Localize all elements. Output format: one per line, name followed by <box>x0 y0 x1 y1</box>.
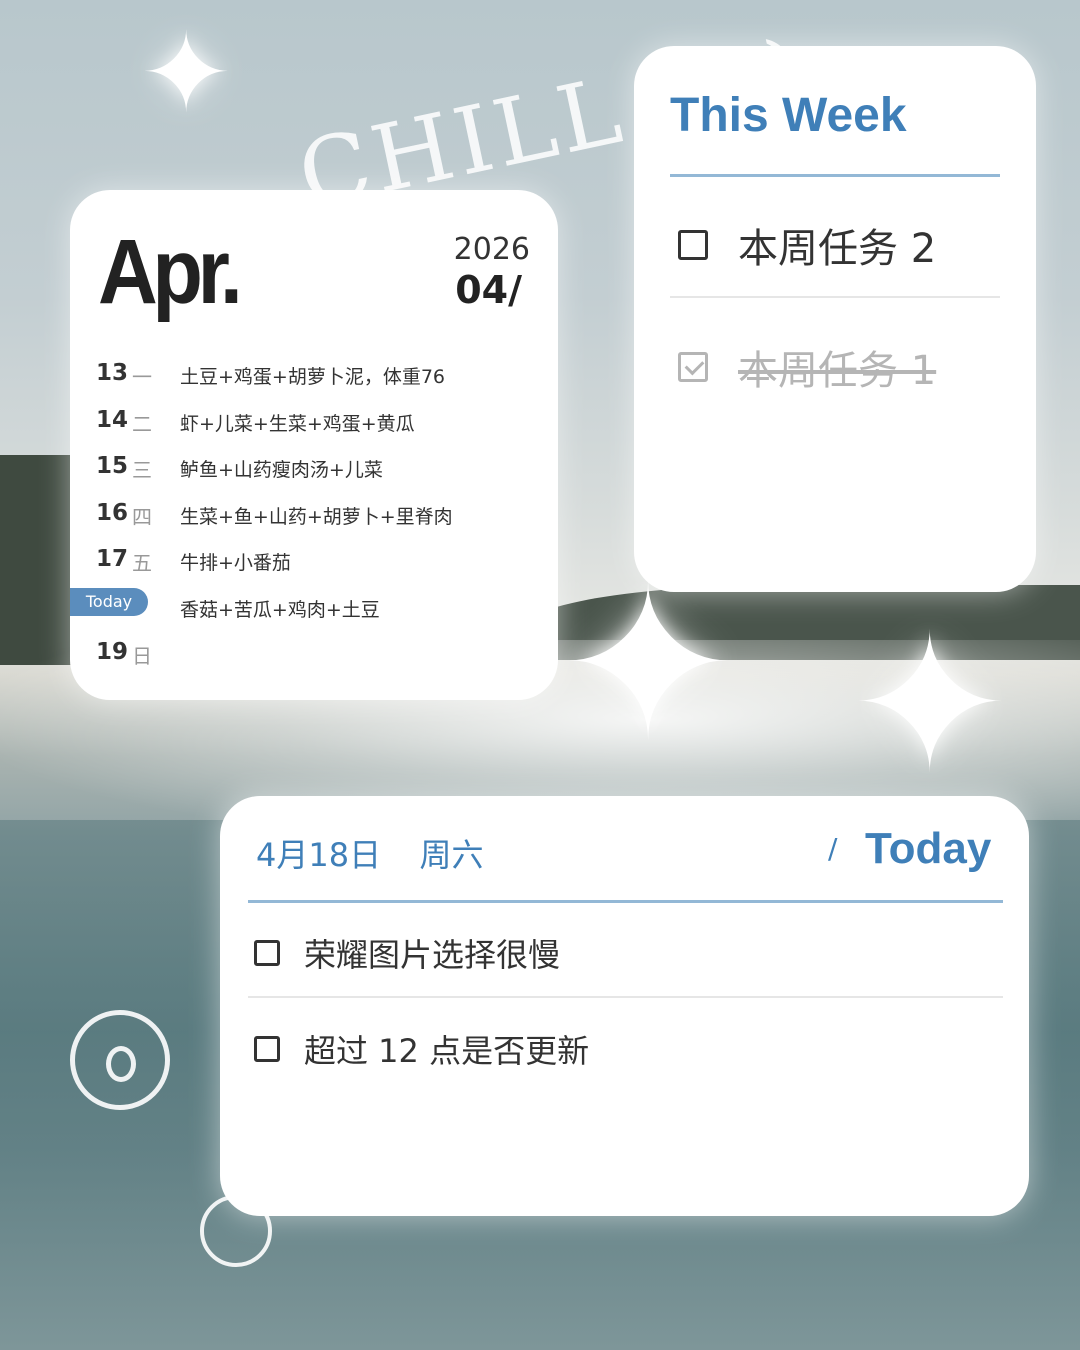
day-number: 13 <box>96 360 129 386</box>
flower-center-icon <box>106 1046 136 1082</box>
today-task-item[interactable]: 超过 12 点是否更新 <box>254 1026 589 1072</box>
day-number: 15 <box>96 453 129 479</box>
calendar-list: 13 一 土豆+鸡蛋+胡萝卜泥，体重76 14 二 虾+儿菜+生菜+鸡蛋+黄瓜 … <box>70 352 558 678</box>
day-number: 16 <box>96 499 129 526</box>
task-label: 荣耀图片选择很慢 <box>304 936 561 974</box>
weekday-label: 二 <box>132 411 152 436</box>
this-week-title: This Week <box>670 89 907 142</box>
month-number: 04/ <box>455 268 522 312</box>
week-task-item[interactable]: 本周任务 2 <box>678 216 936 274</box>
today-badge: Today <box>70 587 148 616</box>
divider <box>670 296 1000 298</box>
day-number: 14 <box>96 406 129 433</box>
checkbox-empty-icon[interactable] <box>254 940 280 966</box>
week-task-item-done[interactable]: 本周任务 1 <box>678 338 936 396</box>
weekday-text: 周六 <box>419 836 484 874</box>
meal-text: 牛排+小番茄 <box>180 552 291 574</box>
today-task-item[interactable]: 荣耀图片选择很慢 <box>254 930 560 976</box>
weekday-label: 四 <box>132 504 152 529</box>
weekday-label: 五 <box>132 551 152 575</box>
day-number: 17 <box>96 546 129 572</box>
checkbox-empty-icon[interactable] <box>254 1036 280 1062</box>
calendar-row-14[interactable]: 14 二 虾+儿菜+生菜+鸡蛋+黄瓜 <box>70 399 558 446</box>
task-label: 超过 12 点是否更新 <box>304 1032 590 1070</box>
meal-text: 虾+儿菜+生菜+鸡蛋+黄瓜 <box>180 412 415 435</box>
weekday-label: 一 <box>132 365 152 389</box>
weekday-label: 日 <box>132 644 152 668</box>
flower-icon <box>70 1010 170 1110</box>
meal-text: 香菇+苦瓜+鸡肉+土豆 <box>180 598 380 621</box>
day-number: 19 <box>96 639 129 665</box>
weekday-label: 三 <box>132 458 152 482</box>
calendar-row-17[interactable]: 17 五 牛排+小番茄 <box>70 538 558 585</box>
calendar-row-today[interactable]: Today 香菇+苦瓜+鸡肉+土豆 <box>70 585 558 632</box>
checkbox-empty-icon[interactable] <box>678 230 708 260</box>
meal-text: 生菜+鱼+山药+胡萝卜+里脊肉 <box>180 505 453 528</box>
meal-text: 鲈鱼+山药瘦肉汤+儿菜 <box>180 459 383 481</box>
meal-text: 土豆+鸡蛋+胡萝卜泥，体重76 <box>180 366 446 388</box>
calendar-row-15[interactable]: 15 三 鲈鱼+山药瘦肉汤+儿菜 <box>70 445 558 492</box>
title-slash: / <box>828 832 838 865</box>
title-divider <box>248 900 1003 903</box>
hill-right <box>520 585 1080 660</box>
calendar-row-19[interactable]: 19 日 <box>70 631 558 678</box>
date-text: 4月18日 <box>256 836 382 874</box>
sparkle-icon: ✦ <box>140 9 233 137</box>
today-card: 4月18日 周六 / Today 荣耀图片选择很慢 超过 12 点是否更新 <box>220 796 1029 1216</box>
sparkle-icon: ✦ <box>850 594 1010 815</box>
checkbox-checked-icon[interactable] <box>678 352 708 382</box>
calendar-card: Apr. 2026 04/ 13 一 土豆+鸡蛋+胡萝卜泥，体重76 14 二 … <box>70 190 558 700</box>
today-date-label: 4月18日 周六 <box>256 830 483 876</box>
year-label: 2026 <box>453 232 530 267</box>
this-week-card: This Week 本周任务 2 本周任务 1 <box>634 46 1036 592</box>
calendar-row-16[interactable]: 16 四 生菜+鱼+山药+胡萝卜+里脊肉 <box>70 492 558 539</box>
today-title: Today <box>865 824 992 873</box>
task-label: 本周任务 1 <box>738 348 937 394</box>
task-label: 本周任务 2 <box>738 226 937 272</box>
calendar-row-13[interactable]: 13 一 土豆+鸡蛋+胡萝卜泥，体重76 <box>70 352 558 399</box>
month-title: Apr. <box>98 221 243 323</box>
divider <box>248 996 1003 998</box>
title-divider <box>670 174 1000 177</box>
